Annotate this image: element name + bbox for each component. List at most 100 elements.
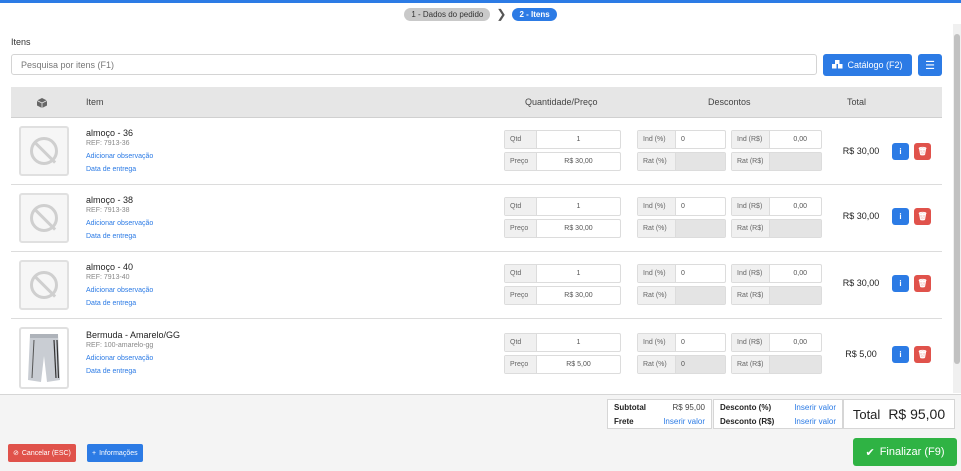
finalize-button[interactable]: ✔ Finalizar (F9): [853, 438, 957, 466]
grand-total-label: Total: [852, 406, 881, 422]
qty-field[interactable]: Qtd 1: [504, 197, 621, 216]
header-discounts: Descontos: [708, 97, 751, 107]
info-icon: i: [899, 350, 902, 359]
table-row: almoço - 40 REF: 7913-40 Adicionar obser…: [11, 252, 942, 319]
no-image-icon: [19, 126, 69, 176]
item-name: almoço - 36: [86, 128, 134, 138]
finalize-button-label: Finalizar (F9): [879, 446, 945, 458]
ind-pct-field[interactable]: Ind (%) 0: [637, 197, 726, 216]
info-button[interactable]: i: [892, 275, 909, 292]
info-button[interactable]: i: [892, 208, 909, 225]
no-image-icon: [19, 193, 69, 243]
add-observation-link[interactable]: Adicionar observação: [86, 287, 153, 294]
frete-label: Frete: [614, 417, 634, 426]
discount-rs-label: Desconto (R$): [720, 417, 775, 426]
trash-icon: 🗑: [917, 212, 928, 221]
top-accent-bar: [0, 0, 961, 3]
bars-icon: ☰: [925, 59, 935, 72]
grand-total-box: Total R$ 95,00: [843, 399, 955, 429]
delete-button[interactable]: 🗑: [914, 208, 931, 225]
search-input[interactable]: [11, 54, 817, 75]
rat-rs-field: Rat (R$): [731, 286, 822, 305]
information-button[interactable]: + Informações: [87, 444, 143, 462]
header-total: Total: [847, 97, 867, 107]
info-button[interactable]: i: [892, 143, 909, 160]
catalog-button[interactable]: Catálogo (F2): [823, 54, 912, 76]
delete-button[interactable]: 🗑: [914, 346, 931, 363]
discount-pct-insert-link[interactable]: Inserir valor: [794, 403, 836, 412]
rat-pct-field: Rat (%): [637, 219, 726, 238]
rat-pct-field: Rat (%): [637, 286, 726, 305]
rat-rs-field: Rat (R$): [731, 219, 822, 238]
item-name: Bermuda - Amarelo/GG: [86, 330, 181, 340]
item-ref: REF: 100-amarelo-gg: [86, 342, 154, 349]
step-itens[interactable]: 2 - Itens: [512, 7, 557, 21]
box-icon: [36, 87, 48, 118]
ind-rs-field[interactable]: Ind (R$) 0,00: [731, 333, 822, 352]
shorts-photo: [19, 327, 69, 389]
row-total: R$ 5,00: [845, 349, 877, 359]
delivery-date-link[interactable]: Data de entrega: [86, 166, 136, 173]
trash-icon: 🗑: [917, 147, 928, 156]
catalog-button-label: Catálogo (F2): [847, 60, 903, 70]
no-image-icon: [19, 260, 69, 310]
cancel-button[interactable]: ⊘ Cancelar (ESC): [8, 444, 76, 462]
delivery-date-link[interactable]: Data de entrega: [86, 368, 136, 375]
step-dados-do-pedido[interactable]: 1 - Dados do pedido: [404, 7, 491, 21]
delete-button[interactable]: 🗑: [914, 143, 931, 160]
item-ref: REF: 7913-38: [86, 207, 130, 214]
price-field[interactable]: Preço R$ 30,00: [504, 152, 621, 171]
items-table: Item Quantidade/Preço Descontos Total al…: [11, 87, 942, 393]
scrollbar-thumb[interactable]: [954, 34, 960, 364]
section-title: Itens: [11, 37, 31, 47]
qty-field[interactable]: Qtd 1: [504, 333, 621, 352]
vertical-scrollbar[interactable]: [953, 24, 961, 393]
ind-pct-field[interactable]: Ind (%) 0: [637, 264, 726, 283]
info-icon: i: [899, 147, 902, 156]
discount-box: Desconto (%) Inserir valor Desconto (R$) I…: [713, 399, 843, 429]
check-icon: ✔: [865, 446, 875, 459]
subtotal-box: Subtotal R$ 95,00 Frete Inserir valor: [607, 399, 712, 429]
info-icon: i: [899, 212, 902, 221]
price-field[interactable]: Preço R$ 30,00: [504, 219, 621, 238]
table-row: Bermuda - Amarelo/GG REF: 100-amarelo-gg…: [11, 319, 942, 393]
add-observation-link[interactable]: Adicionar observação: [86, 153, 153, 160]
rat-pct-field: Rat (%) 0: [637, 355, 726, 374]
trash-icon: 🗑: [917, 350, 928, 359]
trash-icon: 🗑: [917, 279, 928, 288]
item-ref: REF: 7913-36: [86, 140, 130, 147]
row-total: R$ 30,00: [842, 211, 880, 221]
cubes-icon: [832, 59, 843, 71]
info-button[interactable]: i: [892, 346, 909, 363]
information-button-label: Informações: [99, 449, 138, 457]
price-field[interactable]: Preço R$ 30,00: [504, 286, 621, 305]
qty-field[interactable]: Qtd 1: [504, 264, 621, 283]
discount-rs-insert-link[interactable]: Inserir valor: [794, 417, 836, 426]
table-row: almoço - 36 REF: 7913-36 Adicionar obser…: [11, 118, 942, 185]
add-observation-link[interactable]: Adicionar observação: [86, 220, 153, 227]
add-observation-link[interactable]: Adicionar observação: [86, 355, 153, 362]
table-header: Item Quantidade/Preço Descontos Total: [11, 87, 942, 118]
row-total: R$ 30,00: [842, 146, 880, 156]
menu-button[interactable]: ☰: [918, 54, 942, 76]
item-name: almoço - 40: [86, 262, 134, 272]
price-field[interactable]: Preço R$ 5,00: [504, 355, 621, 374]
frete-insert-link[interactable]: Inserir valor: [663, 417, 705, 426]
ind-rs-field[interactable]: Ind (R$) 0,00: [731, 197, 822, 216]
ind-pct-field[interactable]: Ind (%) 0: [637, 333, 726, 352]
subtotal-label: Subtotal: [614, 403, 646, 412]
delete-button[interactable]: 🗑: [914, 275, 931, 292]
ind-rs-field[interactable]: Ind (R$) 0,00: [731, 264, 822, 283]
header-qty-price: Quantidade/Preço: [525, 97, 598, 107]
ind-rs-field[interactable]: Ind (R$) 0,00: [731, 130, 822, 149]
ind-pct-field[interactable]: Ind (%) 0: [637, 130, 726, 149]
subtotal-value: R$ 95,00: [672, 403, 705, 412]
delivery-date-link[interactable]: Data de entrega: [86, 300, 136, 307]
delivery-date-link[interactable]: Data de entrega: [86, 233, 136, 240]
qty-field[interactable]: Qtd 1: [504, 130, 621, 149]
footer-bar: Subtotal R$ 95,00 Frete Inserir valor Desc…: [0, 394, 961, 471]
ban-icon: ⊘: [13, 450, 19, 457]
rat-rs-field: Rat (R$): [731, 152, 822, 171]
chevron-right-icon: ❯: [496, 6, 507, 21]
plus-icon: +: [92, 449, 97, 457]
